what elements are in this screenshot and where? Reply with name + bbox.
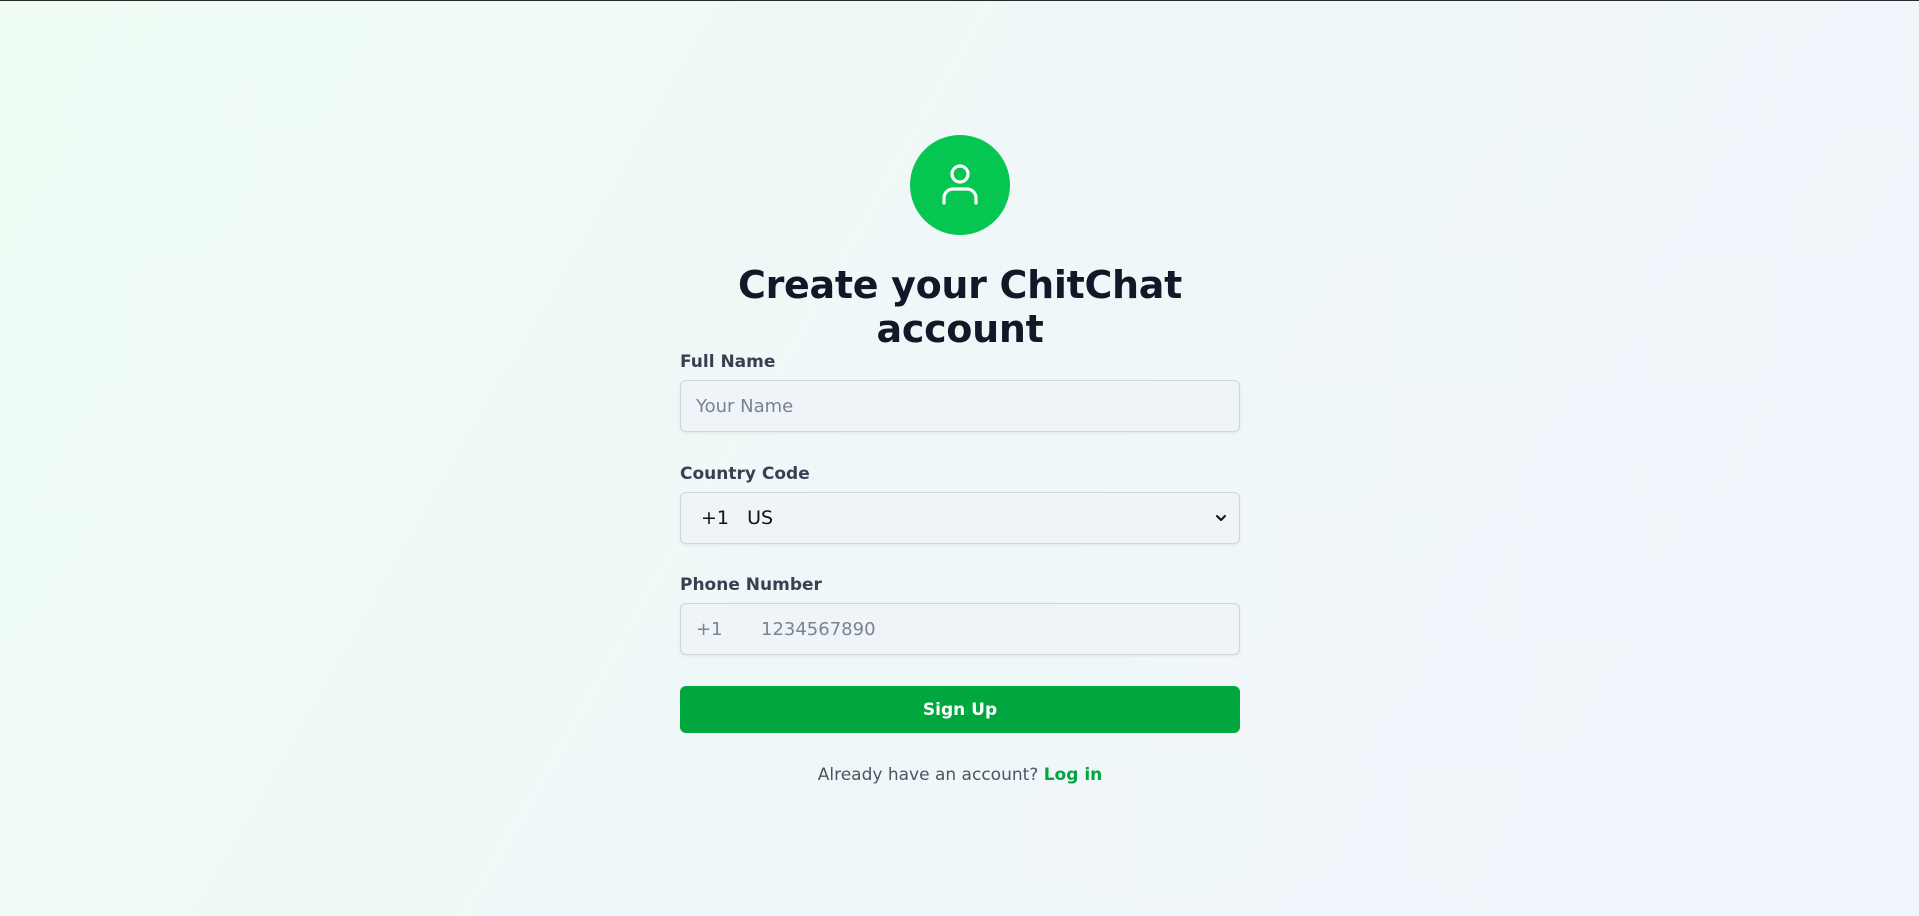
phone-prefix: +1 (696, 618, 723, 640)
country-code-value: +1 US (701, 507, 774, 529)
phone-number-input[interactable] (761, 604, 1239, 654)
country-code-select[interactable]: +1 US (680, 492, 1240, 544)
chevron-down-icon (1216, 515, 1226, 521)
user-icon (942, 164, 978, 205)
full-name-label: Full Name (680, 352, 776, 372)
login-prompt: Already have an account? Log in (680, 765, 1240, 785)
full-name-input[interactable] (680, 380, 1240, 432)
avatar (910, 135, 1010, 235)
page-title: Create your ChitChat account (738, 263, 1182, 351)
login-link[interactable]: Log in (1044, 765, 1103, 785)
sign-up-button[interactable]: Sign Up (680, 686, 1240, 733)
country-code-label: Country Code (680, 464, 810, 484)
phone-number-field: +1 (680, 603, 1240, 655)
login-prompt-text: Already have an account? (817, 765, 1039, 785)
phone-number-label: Phone Number (680, 575, 822, 595)
